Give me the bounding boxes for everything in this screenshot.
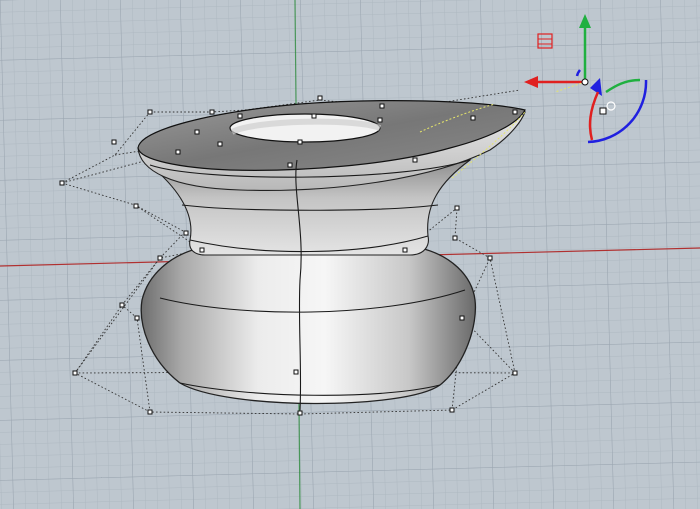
control-point[interactable] [512,109,518,115]
control-point[interactable] [297,139,303,145]
control-point[interactable] [72,370,78,376]
control-point[interactable] [379,103,385,109]
control-point[interactable] [402,247,408,253]
control-point[interactable] [199,247,205,253]
control-point[interactable] [449,407,455,413]
control-point[interactable] [133,203,139,209]
viewport-canvas[interactable] [0,0,700,509]
control-point[interactable] [194,129,200,135]
control-point[interactable] [311,113,317,119]
gumball-origin[interactable] [581,78,589,86]
control-point[interactable] [59,180,65,186]
control-point[interactable] [317,95,323,101]
control-point[interactable] [377,117,383,123]
control-point[interactable] [217,141,223,147]
control-point[interactable] [459,315,465,321]
control-point[interactable] [512,370,518,376]
control-point[interactable] [454,205,460,211]
perspective-viewport[interactable] [0,0,700,509]
control-point[interactable] [287,162,293,168]
control-point[interactable] [293,369,299,375]
control-point[interactable] [134,315,140,321]
control-point[interactable] [412,157,418,163]
control-point[interactable] [237,113,243,119]
control-point[interactable] [487,255,493,261]
control-point[interactable] [209,109,215,115]
control-point[interactable] [452,235,458,241]
scale-handle-icon[interactable] [599,107,607,115]
vase-lower-body[interactable] [140,247,477,405]
control-point[interactable] [111,139,117,145]
control-point[interactable] [147,409,153,415]
control-point[interactable] [175,149,181,155]
control-point[interactable] [183,230,189,236]
control-point[interactable] [157,255,163,261]
control-point[interactable] [119,302,125,308]
control-point[interactable] [297,410,303,416]
control-point[interactable] [147,109,153,115]
control-point[interactable] [470,115,476,121]
